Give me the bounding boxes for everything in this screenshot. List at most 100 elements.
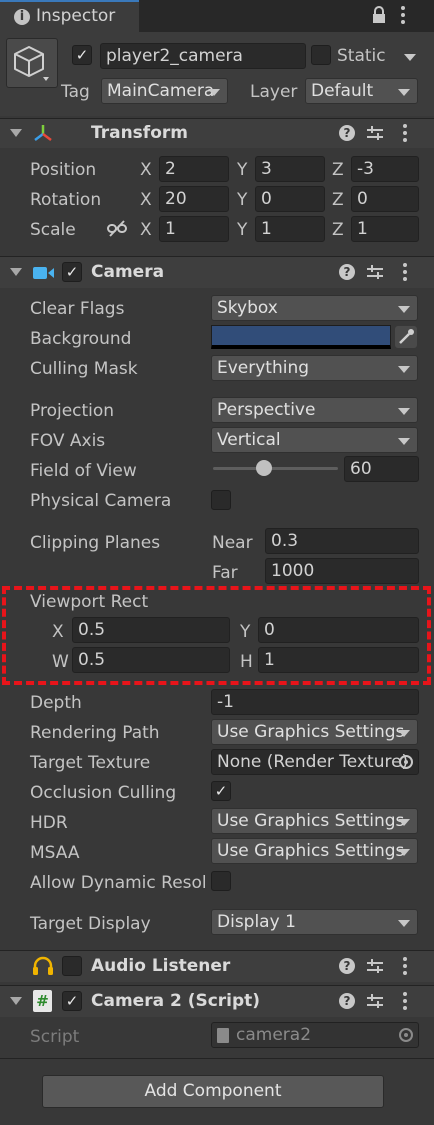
- script-value: camera2: [236, 1025, 312, 1045]
- cube-icon[interactable]: [6, 38, 58, 88]
- help-icon[interactable]: ?: [339, 993, 355, 1009]
- menu-dots-icon[interactable]: [403, 263, 407, 284]
- active-checkbox[interactable]: ✓: [72, 45, 92, 65]
- hdr-dropdown[interactable]: Use Graphics Settings: [211, 808, 418, 834]
- camera-enabled-checkbox[interactable]: ✓: [62, 262, 82, 282]
- msaa-label: MSAA: [30, 843, 80, 863]
- clear-flags-dropdown[interactable]: Skybox: [211, 295, 418, 321]
- axis-x-label[interactable]: X: [140, 159, 152, 181]
- target-texture-label: Target Texture: [30, 753, 151, 773]
- help-icon[interactable]: ?: [339, 264, 355, 280]
- tag-dropdown[interactable]: MainCamera: [101, 78, 228, 104]
- chevron-down-icon: [398, 306, 410, 313]
- static-dropdown-icon[interactable]: [404, 54, 416, 61]
- rotation-z-field[interactable]: 0: [351, 186, 419, 212]
- position-y-field[interactable]: 3: [255, 156, 325, 182]
- background-color-swatch[interactable]: [211, 325, 391, 349]
- presets-icon[interactable]: [367, 264, 383, 280]
- transform-title: Transform: [91, 123, 188, 143]
- tab-title: Inspector: [36, 6, 116, 26]
- msaa-dropdown[interactable]: Use Graphics Settings: [211, 838, 418, 864]
- section-divider: [0, 1058, 434, 1059]
- far-field[interactable]: 1000: [265, 558, 419, 584]
- axis-y-label[interactable]: Y: [237, 189, 247, 211]
- tab-inspector[interactable]: i Inspector: [0, 0, 139, 32]
- static-checkbox[interactable]: [311, 45, 331, 65]
- lock-icon[interactable]: [372, 6, 386, 24]
- physical-camera-checkbox[interactable]: [211, 490, 231, 510]
- axis-y-label[interactable]: Y: [237, 219, 247, 241]
- menu-dots-icon[interactable]: [401, 6, 405, 27]
- clear-flags-label: Clear Flags: [30, 299, 125, 319]
- fov-label: Field of View: [30, 461, 137, 481]
- audio-listener-title: Audio Listener: [91, 956, 231, 976]
- culling-mask-dropdown[interactable]: Everything: [211, 355, 418, 381]
- presets-icon[interactable]: [367, 993, 383, 1009]
- object-picker-icon[interactable]: [399, 755, 413, 769]
- script-file-icon: #: [33, 990, 52, 1012]
- menu-dots-icon[interactable]: [403, 957, 407, 978]
- rendering-path-dropdown[interactable]: Use Graphics Settings: [211, 719, 418, 745]
- script-enabled-checkbox[interactable]: ✓: [62, 991, 82, 1011]
- presets-icon[interactable]: [367, 958, 383, 974]
- clear-flags-value: Skybox: [217, 298, 278, 318]
- position-z-field[interactable]: -3: [351, 156, 419, 182]
- menu-dots-icon[interactable]: [403, 124, 407, 145]
- foldout-arrow-icon[interactable]: [10, 997, 22, 1005]
- rotation-label: Rotation: [30, 190, 102, 210]
- target-display-dropdown[interactable]: Display 1: [211, 909, 418, 935]
- near-label: Near: [212, 533, 253, 553]
- msaa-value: Use Graphics Settings: [217, 841, 405, 861]
- audio-listener-checkbox[interactable]: [62, 956, 82, 976]
- culling-mask-label: Culling Mask: [30, 359, 138, 379]
- axis-x-label[interactable]: X: [140, 219, 152, 241]
- axis-z-label[interactable]: Z: [332, 189, 344, 211]
- foldout-arrow-icon[interactable]: [10, 268, 22, 276]
- hdr-value: Use Graphics Settings: [217, 811, 405, 831]
- depth-field[interactable]: -1: [211, 689, 419, 715]
- position-x-field[interactable]: 2: [159, 156, 229, 182]
- chevron-down-icon: [398, 819, 410, 826]
- fov-axis-dropdown[interactable]: Vertical: [211, 427, 418, 453]
- scale-y-field[interactable]: 1: [255, 216, 325, 242]
- fov-slider-thumb[interactable]: [256, 460, 273, 476]
- chevron-down-icon: [208, 89, 220, 96]
- info-icon: i: [14, 9, 30, 25]
- object-picker-icon: [399, 1028, 413, 1042]
- projection-dropdown[interactable]: Perspective: [211, 397, 418, 423]
- unlink-icon[interactable]: [106, 220, 128, 238]
- axis-z-label[interactable]: Z: [332, 159, 344, 181]
- axis-y-label[interactable]: Y: [237, 159, 247, 181]
- target-texture-field[interactable]: None (Render Texture): [211, 749, 419, 775]
- axis-x-label[interactable]: X: [140, 189, 152, 211]
- chevron-down-icon: [398, 366, 410, 373]
- chevron-down-icon: [398, 89, 410, 96]
- rotation-y-field[interactable]: 0: [255, 186, 325, 212]
- script-file-icon: [217, 1028, 229, 1043]
- presets-icon[interactable]: [367, 125, 383, 141]
- target-display-label: Target Display: [30, 914, 151, 934]
- fov-slider-track[interactable]: [213, 467, 338, 470]
- dynamic-resolution-label: Allow Dynamic Resol: [30, 873, 206, 893]
- fov-axis-value: Vertical: [217, 430, 281, 450]
- dynamic-resolution-checkbox[interactable]: [211, 871, 231, 891]
- layer-dropdown[interactable]: Default: [305, 78, 418, 104]
- near-field[interactable]: 0.3: [265, 528, 419, 554]
- axis-z-label[interactable]: Z: [332, 219, 344, 241]
- occlusion-culling-checkbox[interactable]: ✓: [211, 781, 231, 801]
- help-icon[interactable]: ?: [339, 125, 355, 141]
- fov-value-field[interactable]: 60: [344, 456, 419, 482]
- chevron-down-icon: [398, 730, 410, 737]
- object-name-field[interactable]: player2_camera: [100, 43, 306, 69]
- help-icon[interactable]: ?: [339, 958, 355, 974]
- scale-z-field[interactable]: 1: [351, 216, 419, 242]
- foldout-arrow-icon[interactable]: [10, 129, 22, 137]
- scale-x-field[interactable]: 1: [159, 216, 229, 242]
- rotation-x-field[interactable]: 20: [159, 186, 229, 212]
- menu-dots-icon[interactable]: [403, 992, 407, 1013]
- camera-title: Camera: [91, 262, 165, 282]
- chevron-down-icon: [398, 849, 410, 856]
- tag-value: MainCamera: [107, 81, 215, 101]
- eyedropper-icon[interactable]: [395, 326, 417, 348]
- add-component-button[interactable]: Add Component: [42, 1075, 384, 1108]
